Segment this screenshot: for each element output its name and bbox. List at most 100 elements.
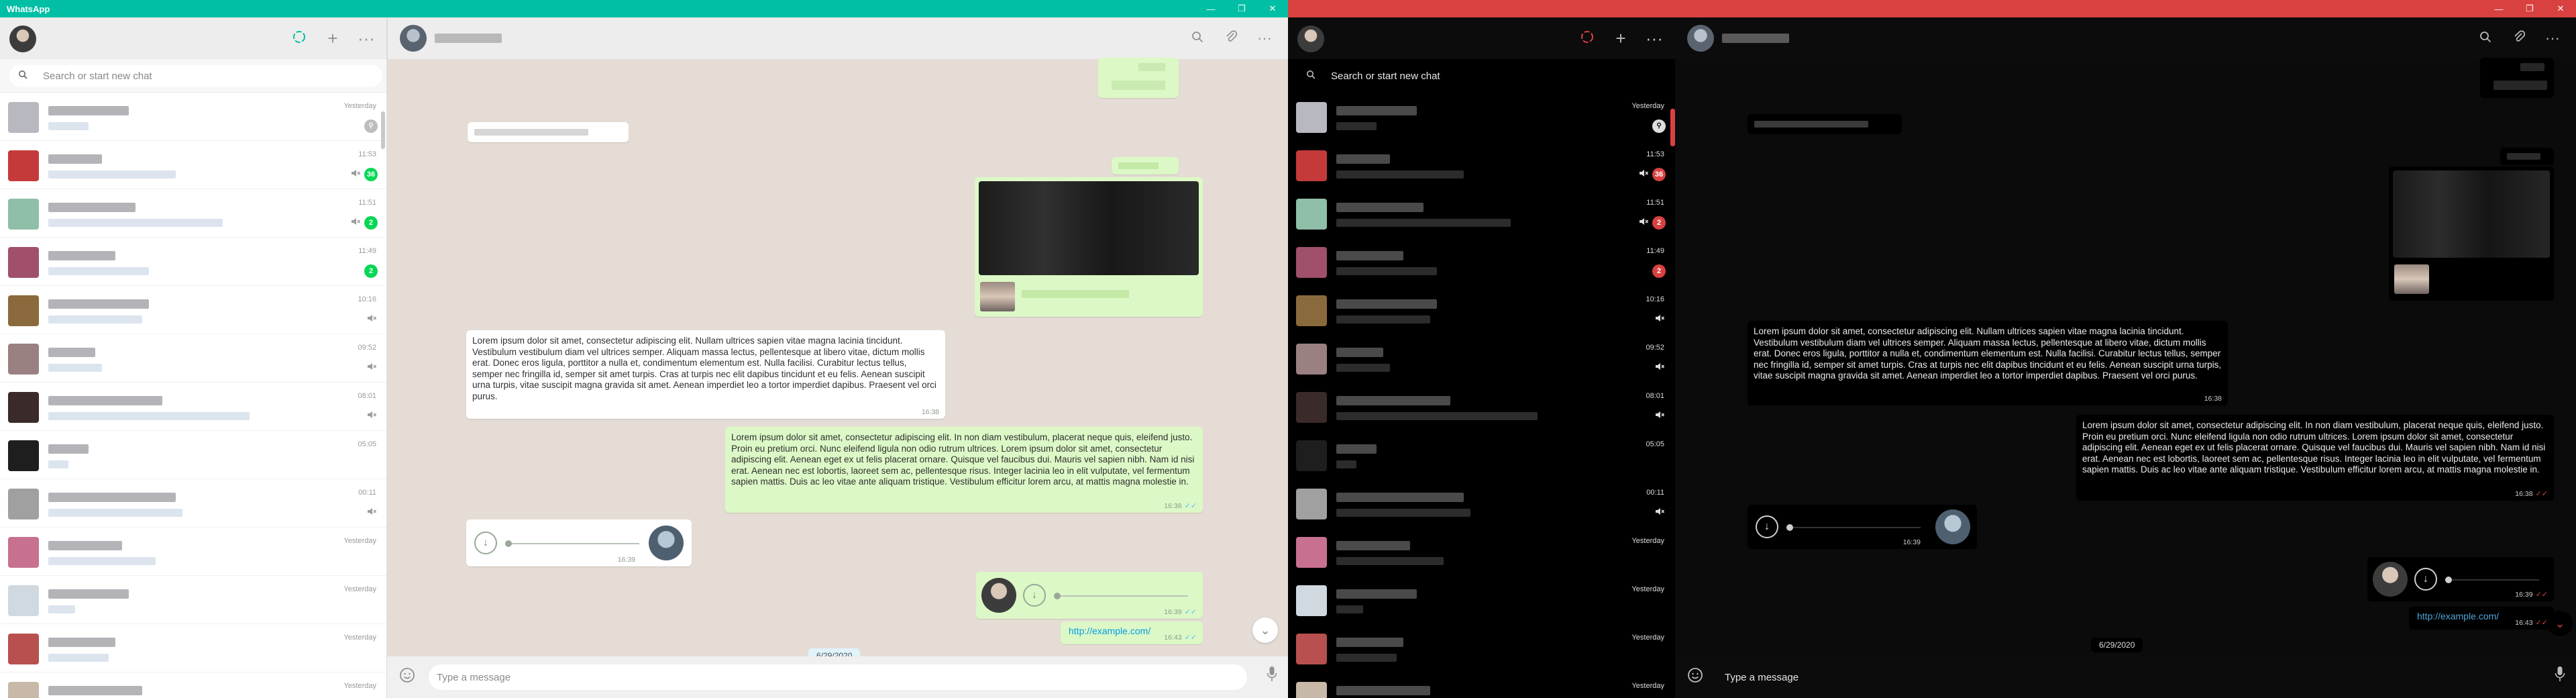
outgoing-voice-message[interactable]: ↓ 16:39 ✓✓ (2367, 557, 2554, 601)
maximize-button[interactable]: ❐ (2514, 0, 2545, 17)
outgoing-link-message[interactable]: http://example.com/ 16:43 ✓✓ (2409, 607, 2554, 630)
voice-progress[interactable] (2445, 577, 2539, 583)
chat-list-item[interactable]: 11:49 2 (0, 238, 386, 286)
download-icon[interactable]: ↓ (474, 532, 497, 554)
download-icon[interactable]: ↓ (2414, 568, 2437, 591)
contact-name-redacted[interactable] (435, 34, 502, 43)
chat-list-item[interactable]: 09:52 (1288, 334, 1675, 383)
title-bar[interactable]: WhatsApp — ❐ ✕ (0, 0, 1288, 17)
chat-list-item[interactable]: 00:11 (0, 479, 386, 528)
close-button[interactable]: ✕ (2545, 0, 2576, 17)
outgoing-media-message-partial[interactable] (1098, 58, 1179, 98)
voice-progress-handle[interactable] (1054, 593, 1061, 599)
chat-list-item[interactable]: 00:11 (1288, 479, 1675, 528)
status-icon[interactable] (282, 28, 316, 49)
emoji-icon[interactable] (1687, 667, 1703, 688)
contact-avatar[interactable] (400, 25, 427, 52)
download-icon[interactable]: ↓ (1756, 515, 1778, 538)
maximize-button[interactable]: ❐ (1226, 0, 1257, 17)
outgoing-link-message[interactable]: http://example.com/ 16:43 ✓✓ (1061, 621, 1203, 644)
minimize-button[interactable]: — (2483, 0, 2514, 17)
outgoing-media-message-partial[interactable] (2480, 58, 2554, 98)
close-button[interactable]: ✕ (1257, 0, 1288, 17)
incoming-voice-message[interactable]: ↓ 16:39 (466, 519, 692, 566)
chat-list-item[interactable]: 05:05 (0, 431, 386, 479)
chat-list-item[interactable]: 08:01 (1288, 383, 1675, 431)
image-thumbnail[interactable] (2393, 170, 2550, 258)
incoming-text-message[interactable]: Lorem ipsum dolor sit amet, consectetur … (1748, 321, 2228, 405)
chat-list-item[interactable]: Yesterday (0, 576, 386, 624)
chat-list-item[interactable]: 11:53 36 (0, 141, 386, 189)
search-input[interactable] (43, 70, 365, 82)
microphone-icon[interactable] (2555, 666, 2565, 686)
minimize-button[interactable]: — (1195, 0, 1226, 17)
voice-progress-handle[interactable] (505, 540, 512, 547)
chat-list-item[interactable]: 11:53 36 (1288, 141, 1675, 189)
outgoing-message-redacted[interactable] (2500, 148, 2554, 165)
conversation-header[interactable]: ··· (1675, 17, 2576, 59)
chat-list-scrollbar[interactable] (1670, 109, 1675, 146)
message-input[interactable] (1717, 664, 2535, 690)
new-chat-button[interactable]: + (316, 28, 350, 49)
voice-progress[interactable] (1054, 593, 1188, 599)
chat-list-item[interactable]: Yesterday (1288, 576, 1675, 624)
voice-progress[interactable] (1786, 524, 1921, 531)
chat-list-item[interactable]: 11:51 2 (0, 189, 386, 238)
conversation-menu-button[interactable]: ··· (2536, 30, 2569, 47)
incoming-message-redacted[interactable] (1748, 114, 1902, 134)
voice-progress[interactable] (505, 540, 639, 547)
contact-name-redacted[interactable] (1722, 34, 1789, 43)
chat-list-item[interactable]: Yesterday (1288, 672, 1675, 698)
incoming-message-redacted[interactable] (468, 122, 629, 142)
chat-list-item[interactable]: 11:51 2 (1288, 189, 1675, 238)
outgoing-image-message[interactable] (2389, 166, 2554, 301)
scroll-to-bottom-button[interactable]: ⌄ (1252, 617, 1278, 643)
emoji-icon[interactable] (399, 667, 415, 688)
chat-list-scrollbar[interactable] (381, 111, 385, 149)
chat-list-item[interactable]: 09:52 (0, 334, 386, 383)
chat-list-item[interactable]: Yesterday (0, 624, 386, 672)
search-icon[interactable] (2469, 30, 2502, 47)
chat-list-item[interactable]: 10:16 (0, 286, 386, 334)
search-input[interactable] (1331, 70, 1653, 82)
new-chat-button[interactable]: + (1604, 28, 1638, 49)
outgoing-voice-message[interactable]: ↓ 16:39 ✓✓ (976, 572, 1203, 619)
chat-list-item[interactable]: Yesterday ⚲ (1288, 93, 1675, 141)
chat-list-item[interactable]: Yesterday ⚲ (0, 93, 386, 141)
outgoing-text-message[interactable]: Lorem ipsum dolor sit amet, consectetur … (725, 427, 1203, 513)
outgoing-message-redacted[interactable] (1112, 157, 1179, 174)
status-icon[interactable] (1570, 28, 1604, 49)
chat-list-item[interactable]: 08:01 (0, 383, 386, 431)
chat-list-item[interactable]: Yesterday (0, 672, 386, 698)
download-icon[interactable]: ↓ (1023, 584, 1046, 607)
my-avatar[interactable] (1297, 26, 1324, 52)
chat-list-item[interactable]: Yesterday (0, 528, 386, 576)
search-box[interactable] (9, 65, 382, 87)
chat-list-item[interactable]: 10:16 (1288, 286, 1675, 334)
menu-button[interactable]: ··· (1638, 28, 1671, 49)
attach-icon[interactable] (2502, 30, 2536, 47)
chat-list-item[interactable]: 11:49 2 (1288, 238, 1675, 286)
menu-button[interactable]: ··· (350, 28, 383, 49)
my-avatar[interactable] (9, 26, 36, 52)
chat-list-item[interactable]: Yesterday (1288, 624, 1675, 672)
microphone-icon[interactable] (1267, 666, 1277, 686)
outgoing-image-message[interactable] (975, 177, 1203, 317)
message-input[interactable] (429, 664, 1247, 690)
image-thumbnail[interactable] (979, 181, 1199, 275)
outgoing-text-message[interactable]: Lorem ipsum dolor sit amet, consectetur … (2076, 415, 2554, 501)
title-bar[interactable]: — ❐ ✕ (1288, 0, 2576, 17)
incoming-voice-message[interactable]: ↓ 16:39 (1748, 505, 1977, 549)
search-icon[interactable] (1181, 30, 1214, 47)
conversation-header[interactable]: ··· (387, 17, 1288, 59)
attach-icon[interactable] (1214, 30, 1248, 47)
contact-avatar[interactable] (1687, 25, 1714, 52)
chat-list-item[interactable]: Yesterday (1288, 528, 1675, 576)
voice-progress-handle[interactable] (1786, 524, 1793, 531)
voice-progress-handle[interactable] (2445, 577, 2452, 583)
conversation-menu-button[interactable]: ··· (1248, 30, 1281, 47)
incoming-text-message[interactable]: Lorem ipsum dolor sit amet, consectetur … (466, 330, 945, 419)
search-box[interactable] (1297, 65, 1670, 87)
chat-list-item[interactable]: 05:05 (1288, 431, 1675, 479)
scroll-to-bottom-button[interactable]: ⌄ (2547, 611, 2573, 636)
